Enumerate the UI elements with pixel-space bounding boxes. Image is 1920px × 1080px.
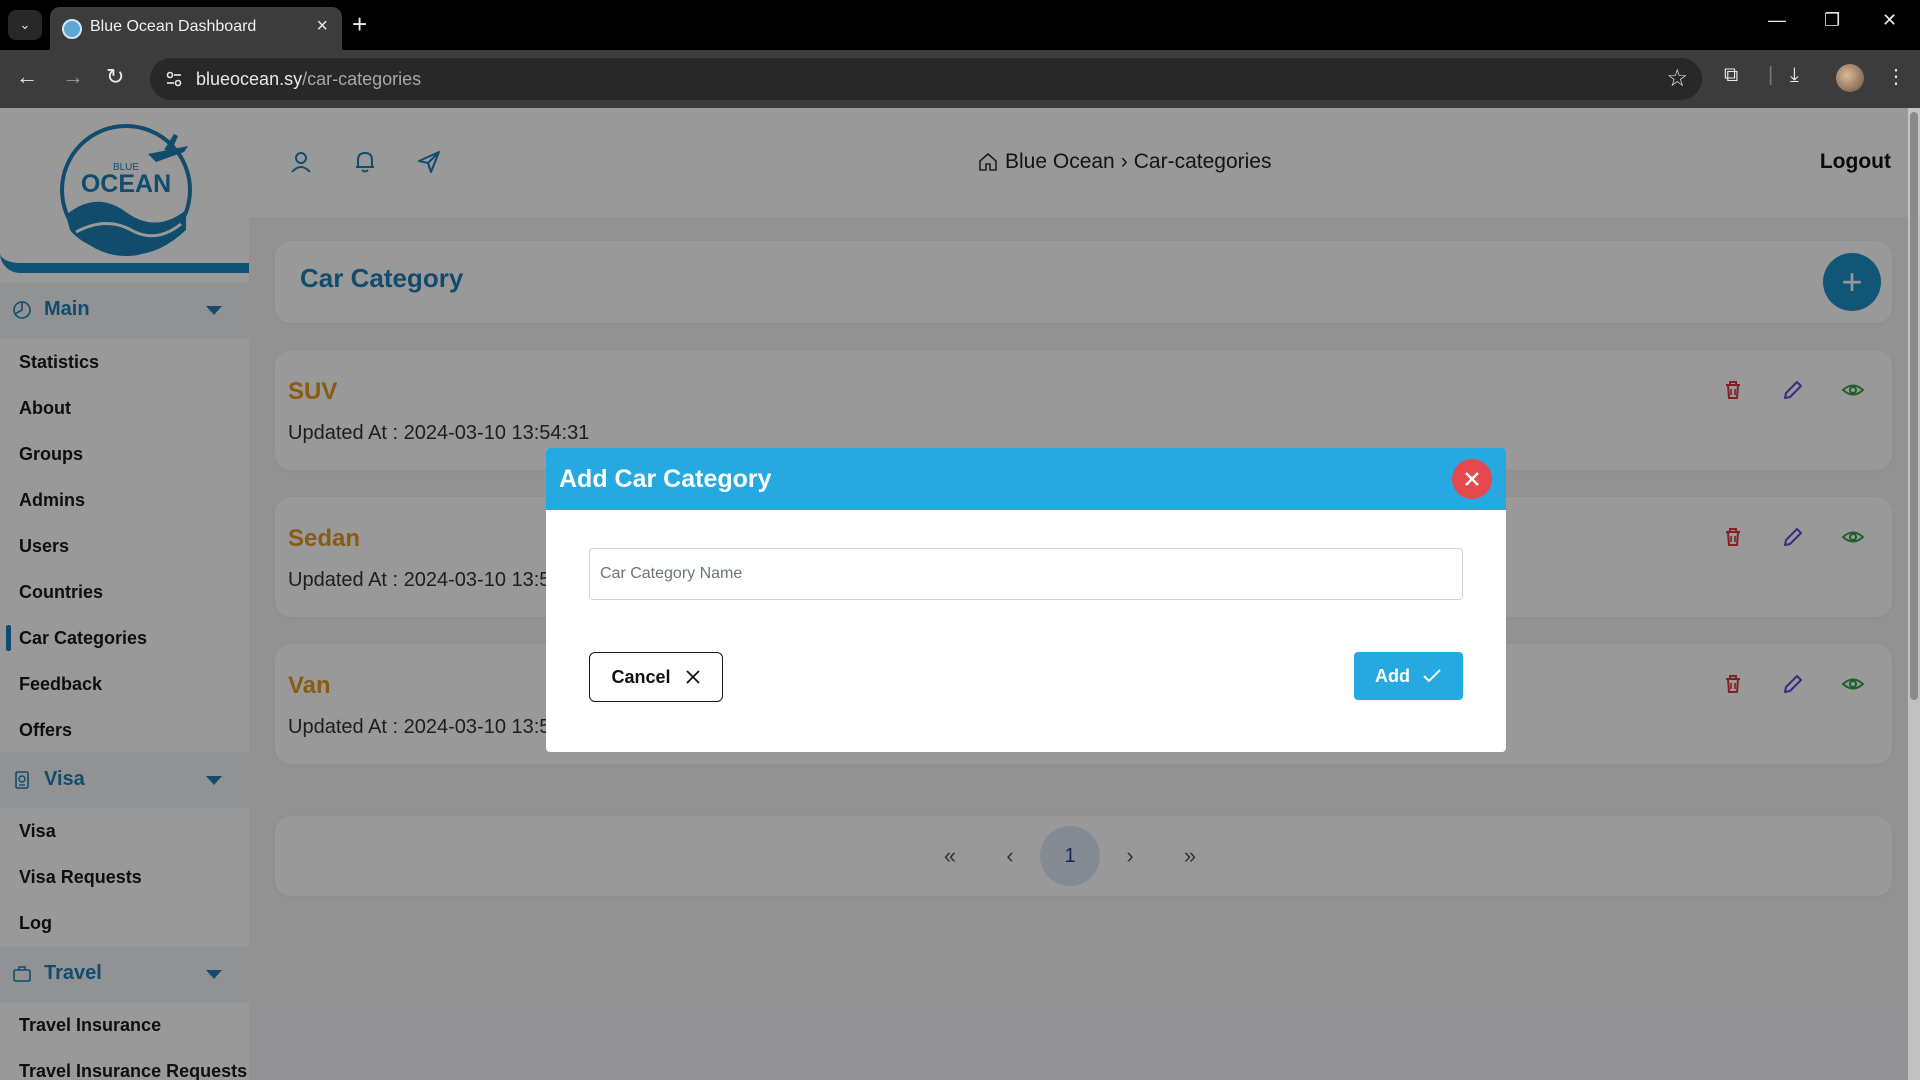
favicon-icon [62,19,82,39]
tab-search-icon[interactable]: ⌄ [8,10,42,40]
modal-close-button[interactable] [1452,459,1492,499]
browser-tab[interactable]: Blue Ocean Dashboard × [50,7,342,50]
url-text: blueocean.sy/car-categories [196,69,422,89]
modal-header: Add Car Category [546,448,1506,510]
reload-icon[interactable]: ↻ [106,64,124,90]
browser-tabstrip: ⌄ Blue Ocean Dashboard × + — ❐ ✕ [0,0,1920,50]
minimize-icon[interactable]: — [1768,10,1786,31]
add-label: Add [1375,665,1410,686]
window-close-icon[interactable]: ✕ [1882,10,1897,31]
profile-avatar[interactable] [1836,64,1864,92]
address-bar[interactable]: blueocean.sy/car-categories ☆ [150,58,1702,100]
restore-icon[interactable]: ❐ [1824,10,1840,31]
bookmark-star-icon[interactable]: ☆ [1666,64,1688,93]
back-icon[interactable]: ← [16,64,38,90]
extensions-icon[interactable]: ⧉ [1724,64,1738,87]
add-car-category-modal: Add Car Category Cancel Add [546,448,1506,752]
page-scrollbar[interactable] [1908,108,1920,1080]
modal-title: Add Car Category [559,465,772,493]
add-button[interactable]: Add [1354,652,1463,700]
downloads-icon[interactable]: ⤓ [1790,64,1799,87]
x-icon [685,670,700,684]
cancel-label: Cancel [611,666,671,687]
close-icon [1465,472,1479,486]
toolbar-divider: | [1768,64,1774,86]
scrollbar-thumb[interactable] [1910,112,1918,700]
car-category-name-input[interactable] [589,548,1463,600]
new-tab-icon[interactable]: + [352,10,367,38]
tab-close-icon[interactable]: × [316,15,328,38]
check-icon [1423,669,1441,683]
browser-menu-icon[interactable]: ⋮ [1886,64,1906,89]
site-info-icon[interactable] [164,69,184,89]
tab-title: Blue Ocean Dashboard [90,18,257,35]
cancel-button[interactable]: Cancel [589,652,723,702]
forward-icon[interactable]: → [62,64,84,90]
browser-toolbar: ← → ↻ blueocean.sy/car-categories ☆ ⧉ | … [0,50,1920,108]
